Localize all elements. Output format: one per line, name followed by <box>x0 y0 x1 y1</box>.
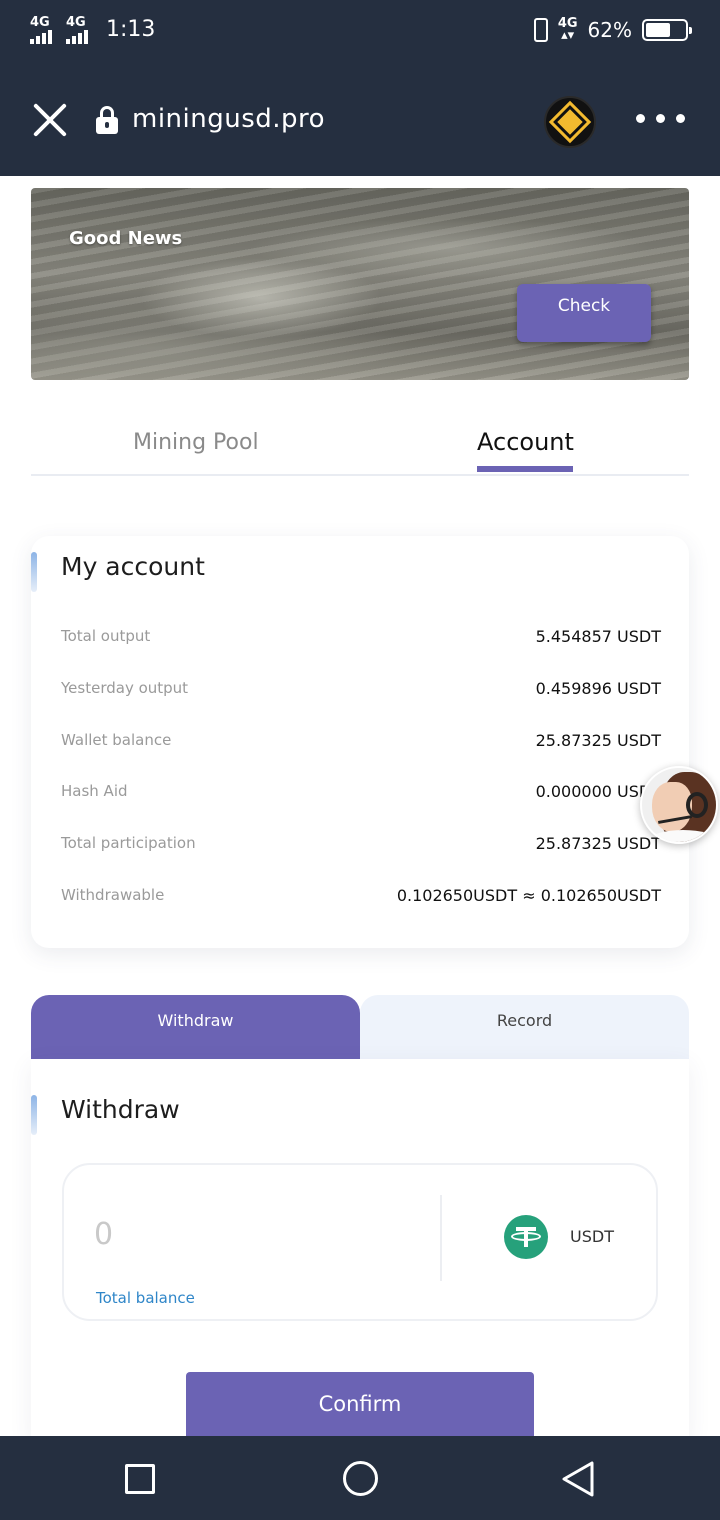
tab-record[interactable]: Record <box>360 995 689 1059</box>
row-label: Wallet balance <box>61 731 172 749</box>
news-banner: Good News Check <box>31 188 689 380</box>
customer-support-avatar[interactable] <box>640 766 718 844</box>
withdraw-record-tabs: Withdraw Record <box>31 995 689 1059</box>
tab-account[interactable]: Account <box>477 428 574 456</box>
signal-icon: 4G <box>30 16 60 44</box>
amount-box: Total balance USDT <box>62 1163 658 1321</box>
row-value: 25.87325 USDT <box>535 833 661 853</box>
row-value: 0.459896 USDT <box>535 678 661 698</box>
row-label: Hash Aid <box>61 782 128 800</box>
network-type-label: 4G <box>30 15 50 30</box>
data-network-icon: 4G ▴▾ <box>557 16 578 43</box>
active-tab-indicator <box>477 466 573 472</box>
row-value: 25.87325 USDT <box>535 730 661 750</box>
row-label: Total participation <box>61 834 196 852</box>
confirm-button[interactable]: Confirm <box>186 1372 534 1444</box>
banner-title: Good News <box>69 228 183 249</box>
account-row: Hash Aid 0.000000 USDT <box>61 777 661 805</box>
divider <box>440 1195 442 1281</box>
row-value: 0.102650USDT ≈ 0.102650USDT <box>396 885 661 905</box>
row-value: 5.454857 USDT <box>535 626 661 646</box>
row-label: Total output <box>61 627 151 645</box>
main-tabs: Mining Pool Account <box>31 410 689 476</box>
battery-percent: 62% <box>587 18 632 42</box>
account-row: Withdrawable 0.102650USDT ≈ 0.102650USDT <box>61 881 661 909</box>
row-label: Yesterday output <box>61 679 189 697</box>
recent-apps-icon[interactable] <box>125 1464 155 1494</box>
row-label: Withdrawable <box>61 886 165 904</box>
vibrate-icon <box>533 18 548 42</box>
currency-label: USDT <box>570 1227 614 1246</box>
tab-mining-pool[interactable]: Mining Pool <box>133 430 259 455</box>
bnb-logo-icon[interactable] <box>544 96 596 148</box>
back-icon[interactable] <box>560 1460 596 1498</box>
account-row: Wallet balance 25.87325 USDT <box>61 726 661 754</box>
home-icon[interactable] <box>343 1461 378 1496</box>
battery-icon <box>642 19 692 41</box>
section-accent-bar <box>31 1095 37 1135</box>
tether-usdt-icon <box>504 1215 548 1259</box>
close-icon[interactable] <box>30 100 70 140</box>
amount-input[interactable] <box>94 1211 394 1257</box>
status-bar: 4G 4G 1:13 4G ▴▾ 62% <box>0 0 720 62</box>
tab-withdraw[interactable]: Withdraw <box>31 995 360 1059</box>
total-balance-link[interactable]: Total balance <box>96 1289 195 1307</box>
signal-icon-2: 4G <box>66 16 96 44</box>
browser-toolbar: miningusd.pro <box>0 62 720 176</box>
account-row: Total participation 25.87325 USDT <box>61 829 661 857</box>
system-nav-bar <box>0 1436 720 1520</box>
url-text[interactable]: miningusd.pro <box>132 104 325 134</box>
clock: 1:13 <box>106 17 156 42</box>
account-row: Total output 5.454857 USDT <box>61 622 661 650</box>
check-button[interactable]: Check <box>517 284 651 342</box>
my-account-title: My account <box>61 552 205 581</box>
lock-icon <box>96 106 118 134</box>
my-account-card: My account Total output 5.454857 USDT Ye… <box>31 536 689 948</box>
more-dots-icon[interactable] <box>636 114 685 123</box>
network-type-label-2: 4G <box>66 15 86 30</box>
account-row: Yesterday output 0.459896 USDT <box>61 674 661 702</box>
withdraw-title: Withdraw <box>61 1095 180 1124</box>
section-accent-bar <box>31 552 37 592</box>
